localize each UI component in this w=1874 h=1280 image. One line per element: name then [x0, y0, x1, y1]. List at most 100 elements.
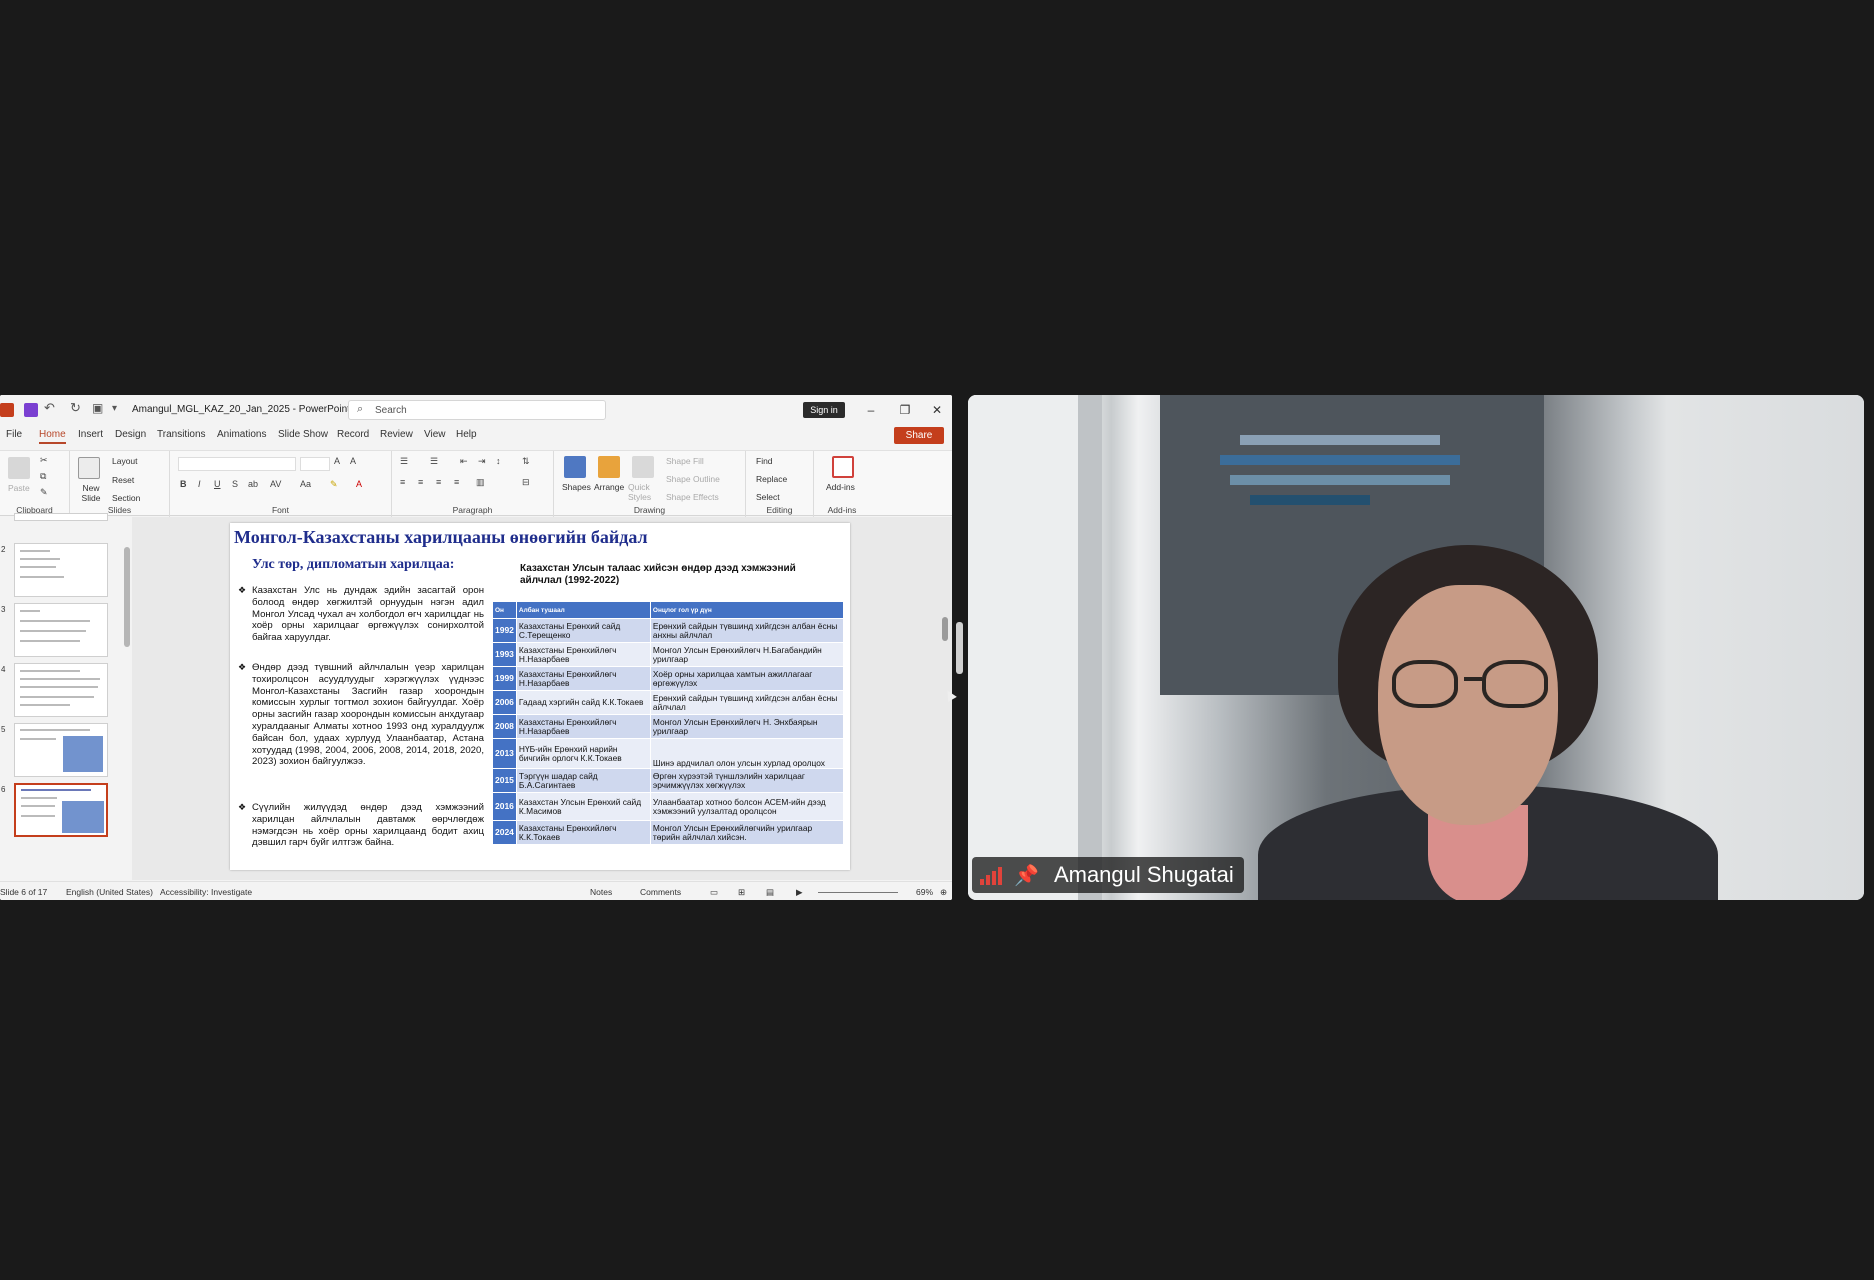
format-painter-icon[interactable]: ✎ [40, 487, 48, 498]
select-button[interactable]: Select [756, 492, 780, 502]
table-row: 2013 НҮБ-ийн Ерөнхий нарийн бичгийн орлог… [492, 738, 845, 769]
thumbnails-scrollbar[interactable] [124, 547, 130, 647]
arrange-icon[interactable] [598, 456, 620, 478]
new-slide-label[interactable]: New Slide [76, 483, 106, 503]
highlight-icon[interactable]: ✎ [330, 479, 338, 490]
current-slide[interactable]: Монгол-Казахстаны харилцааны өнөөгийн ба… [230, 523, 850, 870]
tab-record[interactable]: Record [337, 429, 369, 440]
zoom-slider[interactable] [818, 892, 898, 893]
numbering-icon[interactable]: ☰ [430, 456, 438, 467]
line-spacing-icon[interactable]: ↕ [496, 456, 501, 466]
participant-video-tile[interactable]: 📌 Amangul Shugatai [968, 395, 1864, 900]
comments-button[interactable]: Comments [640, 887, 681, 897]
text-direction-icon[interactable]: ⇅ [522, 456, 530, 467]
redo-icon[interactable]: ↻ [70, 400, 84, 415]
align-left-icon[interactable]: ≡ [400, 477, 405, 487]
pin-icon[interactable]: 📌 [1014, 858, 1039, 894]
tab-design[interactable]: Design [115, 429, 146, 440]
editor-scroll-thumb[interactable] [942, 617, 948, 641]
slideshow-view-icon[interactable]: ▶ [796, 887, 803, 898]
change-case-icon[interactable]: Aa [300, 479, 311, 489]
document-title: Amangul_MGL_KAZ_20_Jan_2025 - PowerPoint [132, 404, 350, 415]
align-text-icon[interactable]: ⊟ [522, 477, 530, 488]
reading-view-icon[interactable]: ▤ [766, 887, 774, 898]
cut-icon[interactable]: ✂ [40, 455, 48, 466]
tab-file[interactable]: File [6, 429, 22, 440]
slide-thumbnail-3[interactable] [14, 603, 108, 657]
layout-button[interactable]: Layout [112, 456, 138, 466]
font-size-box[interactable] [300, 457, 330, 471]
undo-icon[interactable]: ↶ [44, 400, 58, 415]
tab-review[interactable]: Review [380, 429, 413, 440]
increase-font-icon[interactable]: A [334, 456, 340, 466]
bullet-2: ❖ Өндөр дээд түвшний айлчлалын үеэр хари… [238, 662, 484, 768]
font-color-icon[interactable]: A [356, 479, 362, 489]
char-spacing-icon[interactable]: AV [270, 479, 281, 489]
normal-view-icon[interactable]: ▭ [710, 887, 718, 898]
save-icon[interactable] [24, 403, 38, 417]
strikethrough-icon[interactable]: ab [248, 479, 258, 489]
accessibility-status[interactable]: Accessibility: Investigate [160, 887, 252, 897]
add-ins-icon[interactable] [832, 456, 854, 478]
zoom-level[interactable]: 69% [916, 887, 933, 897]
decrease-indent-icon[interactable]: ⇤ [460, 456, 468, 467]
arrange-label[interactable]: Arrange [594, 482, 624, 492]
replace-button[interactable]: Replace [756, 474, 787, 484]
font-name-box[interactable] [178, 457, 296, 471]
shapes-label[interactable]: Shapes [562, 482, 591, 492]
shapes-icon[interactable] [564, 456, 586, 478]
present-icon[interactable]: ▣ [92, 401, 106, 415]
reset-button[interactable]: Reset [112, 475, 134, 485]
tab-view[interactable]: View [424, 429, 446, 440]
close-icon[interactable]: ✕ [928, 401, 946, 419]
align-center-icon[interactable]: ≡ [418, 477, 423, 487]
slide-thumbnail-4[interactable] [14, 663, 108, 717]
share-button[interactable]: Share [894, 427, 944, 444]
tab-insert[interactable]: Insert [78, 429, 103, 440]
columns-icon[interactable]: ▥ [476, 477, 485, 488]
shape-outline-button[interactable]: Shape Outline [666, 474, 720, 484]
slide-thumbnail-1[interactable] [14, 513, 108, 521]
add-ins-label[interactable]: Add-ins [826, 482, 855, 492]
align-right-icon[interactable]: ≡ [436, 477, 441, 487]
italic-icon[interactable]: I [198, 479, 201, 489]
new-slide-icon[interactable] [78, 457, 100, 479]
slide-thumbnail-5[interactable] [14, 723, 108, 777]
shadow-icon[interactable]: S [232, 479, 238, 489]
row-year: 2008 [492, 714, 517, 739]
fit-slide-icon[interactable]: ⊕ [940, 887, 947, 898]
addins-group-label: Add-ins [827, 505, 857, 515]
minimize-icon[interactable]: – [862, 401, 880, 419]
quick-styles-icon[interactable] [632, 456, 654, 478]
language-status[interactable]: English (United States) [66, 887, 153, 897]
increase-indent-icon[interactable]: ⇥ [478, 456, 486, 467]
shared-screen-powerpoint[interactable]: ↶ ↻ ▣ ▾ Amangul_MGL_KAZ_20_Jan_2025 - Po… [0, 395, 952, 900]
justify-icon[interactable]: ≡ [454, 477, 459, 487]
customize-toolbar-icon[interactable]: ▾ [112, 403, 126, 417]
shape-effects-button[interactable]: Shape Effects [666, 492, 719, 502]
search-box[interactable]: ⌕ Search [348, 400, 606, 420]
notes-button[interactable]: Notes [590, 887, 612, 897]
tab-transitions[interactable]: Transitions [157, 429, 206, 440]
row-result: Хоёр орны харилцаа хамтын ажиллагааг өрг… [649, 666, 845, 691]
sign-in-button[interactable]: Sign in [803, 402, 845, 418]
underline-icon[interactable]: U [214, 479, 221, 489]
tab-help[interactable]: Help [456, 429, 477, 440]
slide-thumbnail-2[interactable] [14, 543, 108, 597]
paste-icon[interactable] [8, 457, 30, 479]
bold-icon[interactable]: B [180, 479, 187, 489]
tab-slide-show[interactable]: Slide Show [278, 429, 328, 440]
slide-sorter-icon[interactable]: ⊞ [738, 887, 745, 898]
find-button[interactable]: Find [756, 456, 773, 466]
bullets-icon[interactable]: ☰ [400, 456, 408, 467]
slide-thumbnail-6-selected[interactable] [14, 783, 108, 837]
quick-styles-label[interactable]: Quick Styles [628, 482, 658, 502]
copy-icon[interactable]: ⧉ [40, 471, 46, 482]
restore-icon[interactable]: ❐ [896, 401, 914, 419]
share-divider-handle[interactable] [956, 622, 963, 674]
decrease-font-icon[interactable]: A [350, 456, 356, 466]
tab-home[interactable]: Home [39, 429, 66, 444]
tab-animations[interactable]: Animations [217, 429, 266, 440]
section-button[interactable]: Section [112, 493, 140, 503]
shape-fill-button[interactable]: Shape Fill [666, 456, 704, 466]
